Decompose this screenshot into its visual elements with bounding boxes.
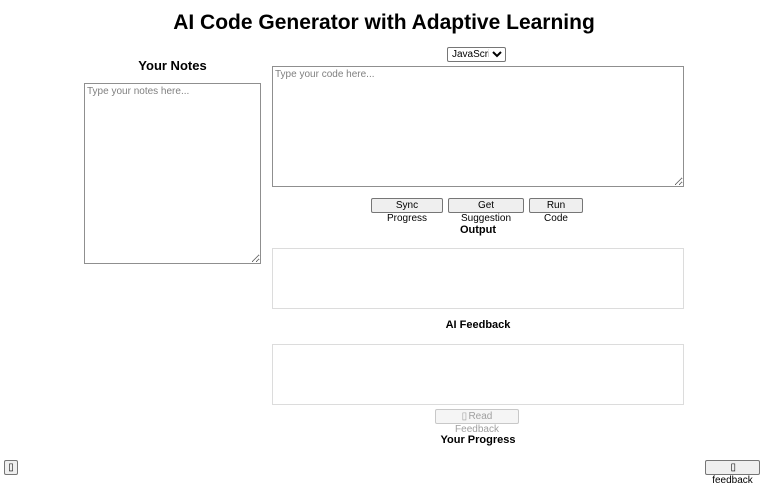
notes-heading: Your Notes [138, 58, 207, 73]
read-feedback-button[interactable]: ▯ Read Feedback [435, 409, 519, 435]
run-code-button[interactable]: Run Code [529, 198, 583, 224]
get-suggestion-button[interactable]: Get Suggestion [448, 198, 524, 224]
menu-icon-button[interactable]: ▯ [4, 460, 18, 475]
feedback-button-label: feedback [712, 475, 753, 486]
page-title: AI Code Generator with Adaptive Learning [173, 11, 595, 34]
ai-feedback-heading: AI Feedback [445, 319, 511, 331]
ai-feedback-panel [272, 344, 684, 405]
notes-input[interactable] [84, 83, 261, 264]
language-select[interactable]: JavaScript [447, 47, 506, 62]
output-panel [272, 248, 684, 309]
feedback-button[interactable]: ▯ feedback [705, 460, 760, 486]
sync-progress-button[interactable]: Sync Progress [371, 198, 443, 224]
code-input[interactable] [272, 66, 684, 187]
speaker-icon: ▯ [461, 411, 468, 422]
progress-heading: Your Progress [440, 434, 516, 446]
feedback-icon: ▯ [730, 462, 737, 473]
menu-icon: ▯ [8, 462, 14, 473]
output-heading: Output [459, 224, 497, 236]
